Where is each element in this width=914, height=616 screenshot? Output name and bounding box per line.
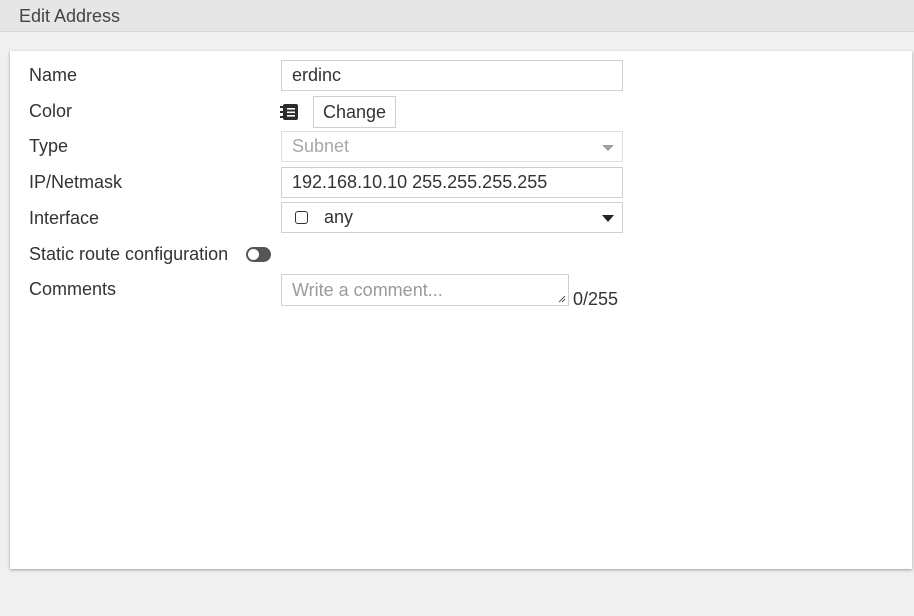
- toggle-knob: [248, 249, 259, 260]
- comments-label: Comments: [29, 279, 117, 299]
- title-bar: Edit Address: [0, 0, 914, 32]
- comments-placeholder: Write a comment...: [292, 280, 443, 300]
- color-book-icon[interactable]: [280, 103, 299, 121]
- interface-select-value: any: [324, 207, 354, 227]
- page-title: Edit Address: [19, 6, 121, 26]
- chevron-down-icon: [602, 215, 614, 222]
- resize-handle-icon[interactable]: [558, 295, 566, 303]
- static-route-label: Static route configuration: [29, 244, 229, 264]
- color-label: Color: [29, 101, 73, 121]
- interface-select[interactable]: any: [281, 202, 623, 233]
- type-label: Type: [29, 136, 69, 156]
- ip-netmask-input[interactable]: 192.168.10.10 255.255.255.255: [281, 167, 623, 198]
- comments-textarea[interactable]: Write a comment...: [281, 274, 569, 306]
- chevron-down-icon: [602, 145, 614, 151]
- type-select-value: Subnet: [292, 136, 350, 156]
- type-select: Subnet: [281, 131, 623, 162]
- change-color-button[interactable]: Change: [313, 96, 396, 128]
- comments-char-counter: 0/255: [573, 289, 619, 309]
- name-label: Name: [29, 65, 78, 85]
- interface-box-icon: [295, 211, 308, 224]
- edit-address-form: Name erdinc Color Change Type Subnet IP/…: [10, 51, 912, 569]
- static-route-toggle[interactable]: [246, 247, 271, 262]
- name-input[interactable]: erdinc: [281, 60, 623, 91]
- ip-netmask-label: IP/Netmask: [29, 172, 123, 192]
- interface-label: Interface: [29, 208, 100, 228]
